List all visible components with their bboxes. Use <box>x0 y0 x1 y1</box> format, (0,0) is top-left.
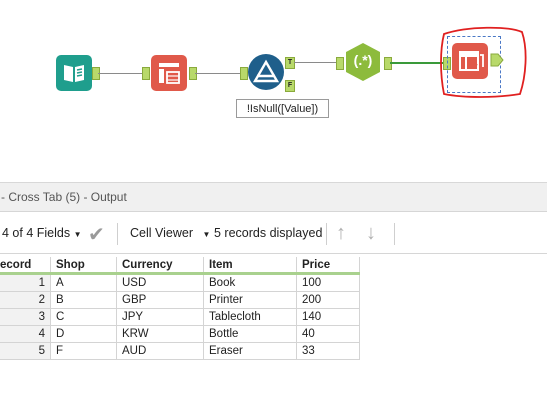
connection-line <box>294 62 336 63</box>
column-header-item[interactable]: Item <box>203 257 297 275</box>
input-data-tool[interactable] <box>56 55 92 91</box>
cell-item[interactable]: Eraser <box>203 342 297 360</box>
chevron-down-icon: ▼ <box>73 230 82 239</box>
connection-line <box>390 62 443 64</box>
fields-selector[interactable]: 4 of 4 Fields ▼ <box>2 226 82 240</box>
record-number: 2 <box>0 291 51 309</box>
cell-shop[interactable]: A <box>50 273 117 292</box>
arrow-down-icon[interactable]: ↓ <box>366 222 376 245</box>
cell-item[interactable]: Tablecloth <box>203 308 297 326</box>
cell-viewer-label: Cell Viewer <box>130 226 193 240</box>
record-number: 3 <box>0 308 51 326</box>
book-icon <box>64 65 84 82</box>
results-title: - Cross Tab (5) - Output <box>1 190 127 204</box>
filter-input-anchor[interactable] <box>240 67 248 80</box>
cell-item[interactable]: Bottle <box>203 325 297 343</box>
connection-line <box>98 73 142 74</box>
chevron-down-icon: ▼ <box>202 230 211 239</box>
cell-currency[interactable]: USD <box>116 273 204 292</box>
cell-item[interactable]: Book <box>203 273 297 292</box>
arrow-up-icon[interactable]: ↑ <box>336 222 346 245</box>
results-panel-title: - Cross Tab (5) - Output <box>0 182 547 212</box>
cell-shop[interactable]: C <box>50 308 117 326</box>
transpose-icon <box>159 63 180 84</box>
cell-currency[interactable]: JPY <box>116 308 204 326</box>
cell-shop[interactable]: F <box>50 342 117 360</box>
cell-currency[interactable]: KRW <box>116 325 204 343</box>
column-header-shop[interactable]: Shop <box>50 257 117 275</box>
cell-price[interactable]: 200 <box>296 291 360 309</box>
cell-price[interactable]: 100 <box>296 273 360 292</box>
cell-item[interactable]: Printer <box>203 291 297 309</box>
table-row[interactable]: 1 A USD Book 100 <box>0 273 360 292</box>
filter-false-anchor[interactable]: F <box>285 80 295 92</box>
column-header-record[interactable]: ecord <box>0 257 51 275</box>
table-row[interactable]: 4 D KRW Bottle 40 <box>0 325 360 343</box>
filter-true-anchor[interactable]: T <box>285 57 295 69</box>
fields-label: 4 of 4 Fields <box>2 226 71 240</box>
cell-shop[interactable]: D <box>50 325 117 343</box>
record-number: 4 <box>0 325 51 343</box>
table-row[interactable]: 3 C JPY Tablecloth 140 <box>0 308 360 326</box>
cell-currency[interactable]: GBP <box>116 291 204 309</box>
table-row[interactable]: 5 F AUD Eraser 33 <box>0 342 360 360</box>
connection-line <box>195 73 240 74</box>
record-number: 1 <box>0 273 51 292</box>
header-row: ecord Shop Currency Item Price <box>0 257 360 275</box>
cell-viewer-dropdown[interactable]: Cell Viewer ▼ <box>130 226 210 240</box>
selection-highlight-circle <box>440 26 527 98</box>
column-header-price[interactable]: Price <box>296 257 360 275</box>
cell-price[interactable]: 140 <box>296 308 360 326</box>
toolbar-divider <box>117 223 118 245</box>
transpose-input-anchor[interactable] <box>142 67 150 80</box>
results-toolbar: 4 of 4 Fields ▼ ✔ Cell Viewer ▼ 5 record… <box>0 215 547 254</box>
toolbar-divider <box>394 223 395 245</box>
table-row[interactable]: 2 B GBP Printer 200 <box>0 291 360 309</box>
workflow-canvas[interactable]: T F !IsNull([Value]) (.*) <box>0 0 547 178</box>
results-grid[interactable]: ecord Shop Currency Item Price 1 A USD B… <box>0 257 360 360</box>
filter-formula-annotation: !IsNull([Value]) <box>236 99 329 118</box>
cell-price[interactable]: 33 <box>296 342 360 360</box>
checkmark-icon[interactable]: ✔ <box>88 222 105 247</box>
regex-label: (.*) <box>353 52 373 68</box>
toolbar-divider <box>326 223 327 245</box>
filter-tool[interactable] <box>248 54 284 90</box>
record-number: 5 <box>0 342 51 360</box>
transpose-tool[interactable] <box>151 55 187 91</box>
filter-triangle-icon <box>252 59 280 83</box>
records-count: 5 records displayed <box>214 226 323 240</box>
cell-currency[interactable]: AUD <box>116 342 204 360</box>
cell-price[interactable]: 40 <box>296 325 360 343</box>
cell-shop[interactable]: B <box>50 291 117 309</box>
column-header-currency[interactable]: Currency <box>116 257 204 275</box>
